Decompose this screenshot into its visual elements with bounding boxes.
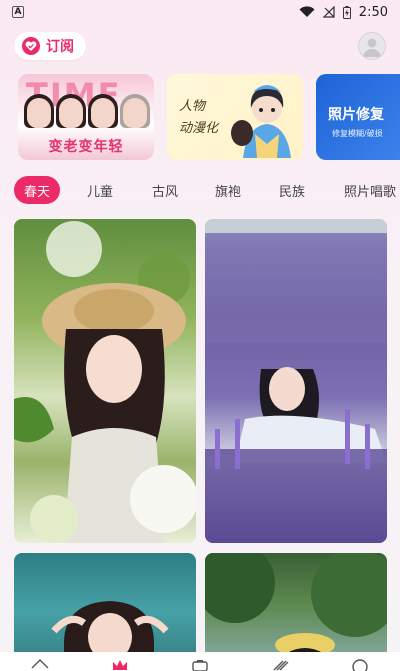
app-header: 订阅 (0, 30, 400, 64)
nav-camera[interactable] (160, 652, 240, 671)
tab-label: 古风 (151, 184, 178, 200)
status-left: A (12, 6, 24, 18)
nav-vip[interactable] (80, 652, 160, 671)
banner-anime-line2: 动漫化 (179, 121, 219, 136)
portrait-face (91, 98, 115, 128)
tab-qipao[interactable]: 旗袍 (208, 176, 248, 204)
tab-label: 春天 (23, 184, 50, 200)
nav-profile[interactable] (320, 652, 400, 671)
small-portrait-circle (231, 120, 253, 146)
banner-photo-repair[interactable]: 照片修复 修复模糊/破损 (316, 74, 400, 160)
tab-ethnic[interactable]: 民族 (272, 176, 312, 204)
photo-grid (0, 219, 400, 671)
app-screen: A 2:50 订阅 变老变年轻 人物 动漫化 照片修复 修复模糊/破损 春天 儿… (0, 0, 400, 671)
tab-label: 民族 (278, 184, 305, 200)
tab-photo-sing[interactable]: 照片唱歌 (336, 176, 400, 204)
banner-anime-line1: 人物 (179, 99, 206, 114)
bottom-navigation (0, 652, 400, 671)
photo-lavender-illustration (205, 219, 387, 543)
subscribe-button[interactable]: 订阅 (14, 32, 86, 60)
status-right: 2:50 (299, 5, 388, 20)
nav-create[interactable] (240, 652, 320, 671)
tab-children[interactable]: 儿童 (80, 176, 120, 204)
portrait-face (27, 98, 51, 128)
heart-check-icon (22, 37, 40, 55)
category-tabs: 春天 儿童 古风 旗袍 民族 照片唱歌 (0, 176, 400, 206)
banner-age-change[interactable]: TIME 变老变年轻 (18, 74, 154, 160)
banner-age-caption: 变老变年轻 (48, 139, 124, 155)
nav-home[interactable] (0, 652, 80, 671)
tab-label: 旗袍 (214, 184, 241, 200)
crown-icon (113, 660, 127, 670)
wifi-icon (299, 6, 315, 18)
smile-icon (352, 659, 368, 671)
user-avatar-icon[interactable] (358, 32, 386, 60)
banner-anime[interactable]: 人物 动漫化 (167, 74, 303, 160)
no-signal-icon (322, 6, 335, 18)
tab-spring[interactable]: 春天 (14, 176, 60, 204)
tab-label: 照片唱歌 (344, 184, 397, 200)
tab-label: 儿童 (86, 184, 113, 200)
a-notification-icon: A (12, 6, 24, 18)
camera-icon (192, 660, 208, 671)
portrait-face (123, 98, 147, 128)
battery-charging-icon (342, 5, 351, 19)
status-bar: A 2:50 (0, 0, 400, 24)
subscribe-label: 订阅 (46, 39, 74, 55)
photo-flowers-hat-illustration (14, 221, 196, 543)
portrait-face (59, 98, 83, 128)
status-time: 2:50 (358, 4, 388, 20)
photo-card-lavender[interactable] (205, 219, 387, 543)
photo-card-flowers-hat[interactable] (14, 219, 196, 543)
brush-icon (273, 660, 289, 671)
banner-repair-title: 照片修复 (328, 107, 384, 123)
banner-anime-text: 人物 动漫化 (179, 96, 218, 140)
tab-ancient-style[interactable]: 古风 (145, 176, 185, 204)
banner-repair-subtitle: 修复模糊/破损 (332, 129, 383, 138)
anime-character-illustration (243, 85, 291, 158)
home-icon (31, 659, 49, 669)
feature-banner-carousel[interactable]: TIME 变老变年轻 人物 动漫化 (14, 74, 400, 162)
